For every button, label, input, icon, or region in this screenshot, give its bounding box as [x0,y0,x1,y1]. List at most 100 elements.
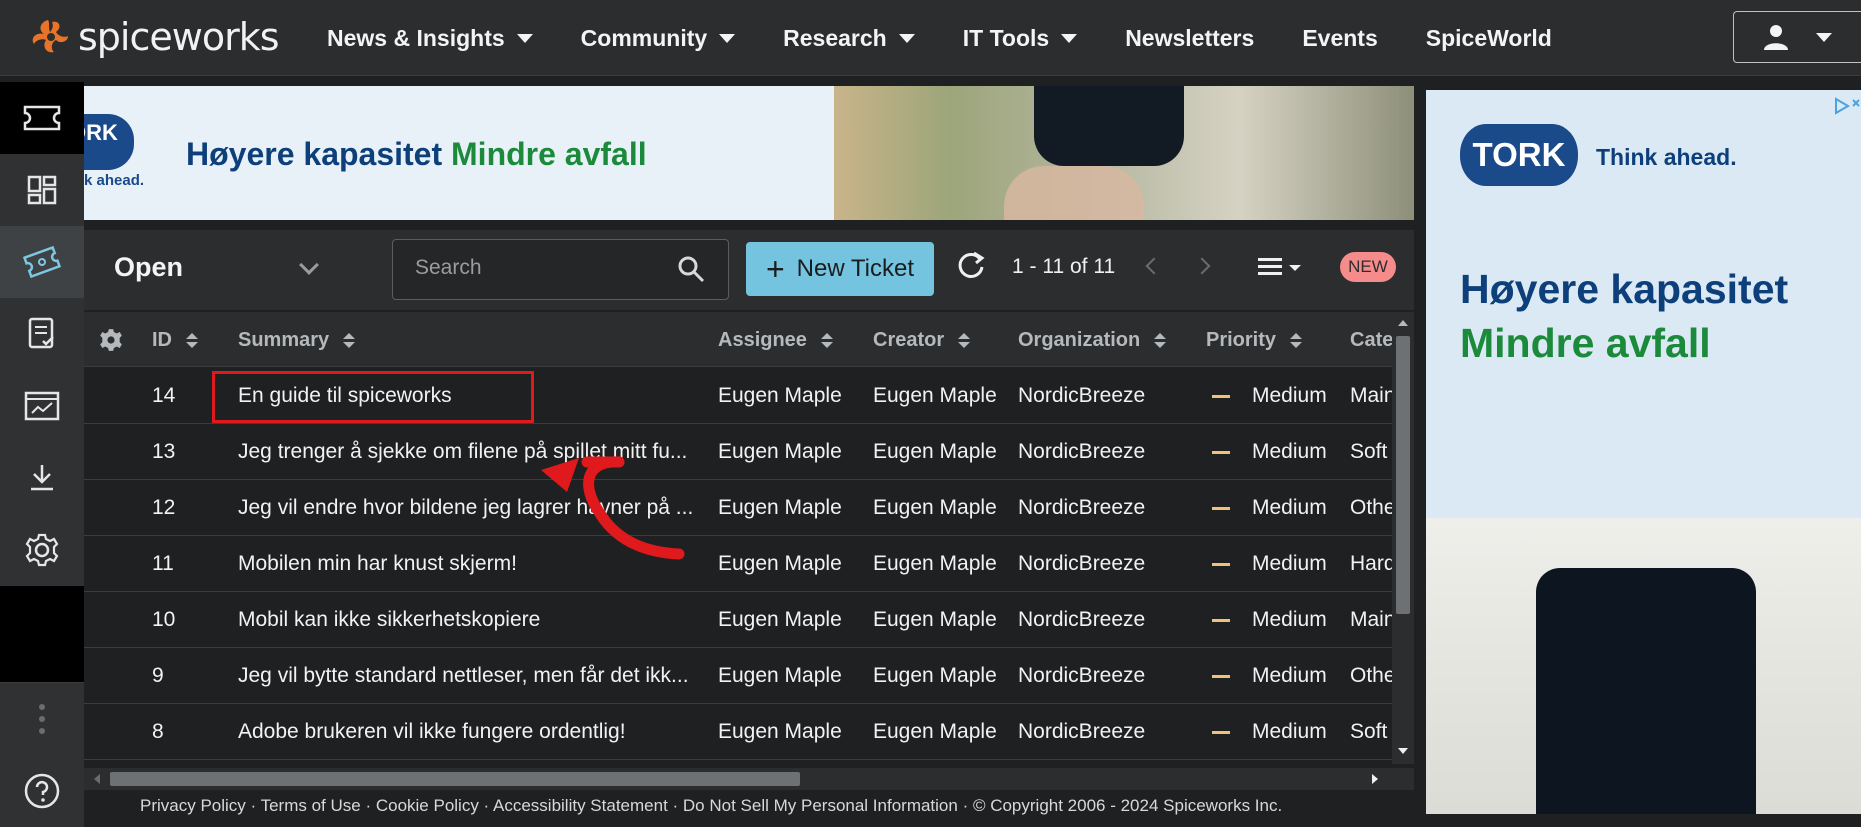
highlight-box-annotation [212,371,534,423]
sidebar-item-reports[interactable] [0,298,84,370]
nav-item-it-tools[interactable]: IT Tools [963,25,1078,52]
chevron-down-icon [516,33,533,43]
priority-medium-icon [1212,395,1230,398]
sidebar-item-settings[interactable] [0,514,84,586]
column-header-creator-label: Creator [873,329,945,351]
analytics-icon [24,391,60,421]
column-header-creator[interactable]: Creator [873,329,971,352]
nav-item-newsletters[interactable]: Newsletters [1125,25,1254,52]
ticket-organization-cell: NordicBreeze [1018,608,1146,631]
prev-page-icon[interactable] [1145,257,1163,275]
table-row[interactable]: 8 Adobe brukeren vil ikke fungere ordentl… [84,704,1392,760]
download-icon [31,465,53,491]
scroll-left-icon[interactable] [90,768,104,790]
ticket-assignee-cell: Eugen Maple [718,664,842,687]
ticket-summary-cell[interactable]: Adobe brukeren vil ikke fungere ordentli… [238,720,698,744]
sort-icon[interactable] [958,332,971,349]
sidebar-item-downloads[interactable] [0,442,84,514]
column-header-priority[interactable]: Priority [1206,329,1303,352]
view-selector-label[interactable]: Open [114,252,183,283]
sidebar-item-analytics[interactable] [0,370,84,442]
sidebar-item-more[interactable] [0,683,84,755]
chevron-down-icon [719,33,736,43]
sidebar-item-helpdesk[interactable] [0,226,84,298]
sidebar-item-tickets[interactable] [0,82,84,154]
search-input[interactable] [415,256,655,280]
view-selector-chevron-icon[interactable] [299,255,319,275]
sort-icon[interactable] [820,332,833,349]
vertical-scrollbar-thumb[interactable] [1396,336,1410,614]
column-settings-gear-icon[interactable] [98,327,124,353]
tickets-active-icon [23,246,61,278]
plus-icon: + [765,251,785,287]
table-row[interactable]: 13 Jeg trenger å sjekke om filene på spil… [84,424,1392,480]
new-badge[interactable]: NEW [1340,252,1396,282]
ad-dispenser-image [1536,568,1756,814]
banner-headline-blue: Høyere kapasitet [186,136,443,172]
vertical-scrollbar[interactable] [1392,312,1414,764]
table-row[interactable]: 12 Jeg vil endre hvor bildene jeg lagrer … [84,480,1392,536]
spiceworks-logo[interactable]: spiceworks [26,12,280,62]
scroll-down-icon[interactable] [1392,744,1414,758]
ticket-summary-cell[interactable]: Mobil kan ikke sikkerhetskopiere [238,608,698,632]
sort-icon[interactable] [343,332,356,349]
nav-item-events[interactable]: Events [1302,25,1377,52]
column-header-priority-label: Priority [1206,329,1277,351]
search-icon[interactable] [677,255,705,283]
ad-headline-green: Mindre avfall [1460,320,1711,366]
ticket-id-cell: 8 [152,720,164,743]
nav-item-news-insights[interactable]: News & Insights [327,25,533,52]
chevron-down-icon [898,33,915,43]
scroll-up-icon[interactable] [1392,316,1414,330]
table-row[interactable]: 11 Mobilen min har knust skjerm! Eugen Map… [84,536,1392,592]
settings-icon [25,533,59,567]
nav-item-research[interactable]: Research [783,25,915,52]
ticket-icon [23,105,61,131]
banner-ad[interactable]: TORK k ahead. Høyere kapasitet Mindre av… [84,86,1414,220]
ticket-id-cell: 11 [152,552,174,575]
column-header-category[interactable]: Cate [1350,329,1392,352]
ticket-priority-cell: Medium [1252,608,1327,631]
column-header-organization[interactable]: Organization [1018,329,1167,352]
ticket-id-cell: 9 [152,664,164,687]
column-header-summary[interactable]: Summary [238,329,356,352]
footer-links[interactable]: Privacy Policy · Terms of Use · Cookie P… [84,790,1414,815]
horizontal-scrollbar[interactable] [84,768,1414,790]
sort-icon[interactable] [186,332,198,349]
sidebar-item-dashboard[interactable] [0,154,84,226]
next-page-icon[interactable] [1193,257,1211,275]
nav-item-community[interactable]: Community [581,25,736,52]
ticket-category-cell: Main [1350,608,1392,631]
column-header-id[interactable]: ID [152,329,198,352]
refresh-icon[interactable] [956,250,986,280]
banner-headline: Høyere kapasitet Mindre avfall [186,136,647,173]
sort-icon[interactable] [1290,332,1303,349]
banner-dispenser-image [1034,86,1184,166]
new-ticket-button[interactable]: + New Ticket [746,242,934,296]
scroll-right-icon[interactable] [1368,768,1382,790]
list-view-icon[interactable] [1258,256,1304,280]
nav-item-spiceworld[interactable]: SpiceWorld [1426,25,1552,52]
ticket-creator-cell: Eugen Maple [873,664,997,687]
ticket-category-cell: Othe [1350,496,1392,519]
user-menu-button[interactable] [1733,11,1861,63]
nav-item-label: Events [1302,24,1378,51]
table-row[interactable]: 9 Jeg vil bytte standard nettleser, men f… [84,648,1392,704]
ticket-assignee-cell: Eugen Maple [718,384,842,407]
priority-medium-icon [1212,675,1230,678]
help-icon [24,773,60,809]
table-row[interactable]: 10 Mobil kan ikke sikkerhetskopiere Eugen … [84,592,1392,648]
ticket-summary-cell[interactable]: Jeg vil bytte standard nettleser, men få… [238,664,698,688]
horizontal-scrollbar-thumb[interactable] [110,772,800,786]
ticket-organization-cell: NordicBreeze [1018,440,1146,463]
sort-icon[interactable] [1154,332,1167,349]
main-nav-menu: News & Insights Community Research IT Tools… [327,0,1600,76]
adchoices-icon[interactable] [1832,96,1861,116]
search-field[interactable] [392,239,729,300]
ticket-assignee-cell: Eugen Maple [718,440,842,463]
ticket-assignee-cell: Eugen Maple [718,720,842,743]
sidebar-item-help[interactable] [0,755,84,827]
column-header-assignee[interactable]: Assignee [718,329,833,352]
ticket-priority-cell: Medium [1252,552,1327,575]
sidebar-ad[interactable]: TORK Think ahead. Høyere kapasitet Mindr… [1426,90,1861,814]
